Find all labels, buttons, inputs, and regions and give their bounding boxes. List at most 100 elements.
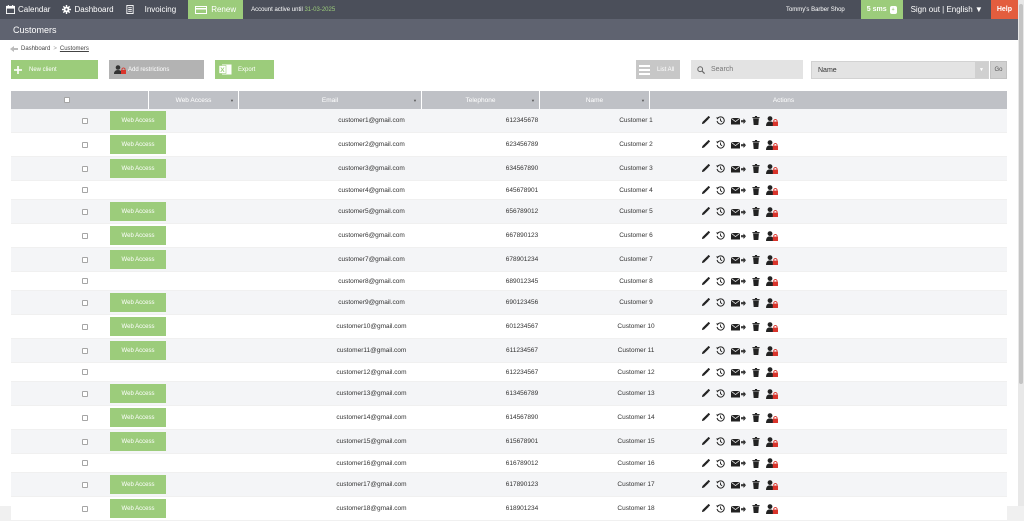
row-checkbox[interactable] [82,165,88,172]
email-arrow-icon[interactable] [731,208,746,216]
user-lock-icon[interactable] [766,367,778,377]
trash-icon[interactable] [752,231,760,240]
web-access-button[interactable]: Web Access [110,293,166,312]
web-access-button[interactable]: Web Access [110,226,166,245]
pencil-icon[interactable] [701,504,710,513]
add-restrictions-button[interactable]: Add restrictions [109,60,204,79]
user-lock-icon[interactable] [766,345,778,356]
history-icon[interactable] [716,504,725,513]
pencil-icon[interactable] [701,231,710,240]
history-icon[interactable] [716,231,725,240]
search-input[interactable]: Search [691,60,803,79]
history-icon[interactable] [716,389,725,398]
pencil-icon[interactable] [701,207,710,216]
email-arrow-icon[interactable] [731,256,746,264]
pencil-icon[interactable] [701,276,710,286]
go-button[interactable]: Go [990,61,1007,79]
table-row[interactable]: Web Access customer11@gmail.com 61123456… [11,339,1007,363]
sort-arrow-icon[interactable]: ▼ [230,98,234,103]
user-lock-icon[interactable] [766,115,778,126]
user-lock-icon[interactable] [766,297,778,308]
history-icon[interactable] [716,276,725,286]
trash-icon[interactable] [752,207,760,216]
history-icon[interactable] [716,322,725,331]
pencil-icon[interactable] [701,346,710,355]
user-lock-icon[interactable] [766,436,778,447]
table-row[interactable]: customer4@gmail.com 645678901 Customer 4 [11,181,1007,200]
email-arrow-icon[interactable] [731,481,746,489]
table-row[interactable]: customer8@gmail.com 689012345 Customer 8 [11,272,1007,291]
nav-dashboard[interactable]: Dashboard [56,0,119,19]
back-arrow-icon[interactable] [10,46,18,52]
user-lock-icon[interactable] [766,185,778,195]
row-checkbox[interactable] [82,347,88,354]
user-lock-icon[interactable] [766,458,778,468]
email-arrow-icon[interactable] [731,277,746,285]
row-checkbox[interactable] [82,323,88,330]
history-icon[interactable] [716,346,725,355]
user-lock-icon[interactable] [766,230,778,241]
email-arrow-icon[interactable] [731,390,746,398]
sort-arrow-icon[interactable]: ▼ [641,98,645,103]
email-arrow-icon[interactable] [731,117,746,125]
trash-icon[interactable] [752,116,760,125]
history-icon[interactable] [716,116,725,125]
history-icon[interactable] [716,140,725,149]
email-arrow-icon[interactable] [731,323,746,331]
pencil-icon[interactable] [701,458,710,468]
user-lock-icon[interactable] [766,206,778,217]
web-access-button[interactable]: Web Access [110,202,166,221]
pencil-icon[interactable] [701,367,710,377]
user-lock-icon[interactable] [766,139,778,150]
sort-field-select[interactable]: Name ▼ [811,61,989,79]
signout-language[interactable]: Sign out | English ▼ [903,5,991,14]
row-checkbox[interactable] [82,232,88,239]
export-button[interactable]: X Export [215,60,274,79]
table-row[interactable]: Web Access customer7@gmail.com 678901234… [11,248,1007,272]
pencil-icon[interactable] [701,164,710,173]
renew-button[interactable]: Renew [188,0,244,19]
pencil-icon[interactable] [701,298,710,307]
breadcrumb-current[interactable]: Customers [60,46,89,52]
trash-icon[interactable] [752,458,760,468]
pencil-icon[interactable] [701,437,710,446]
row-checkbox[interactable] [82,256,88,263]
pencil-icon[interactable] [701,116,710,125]
pencil-icon[interactable] [701,413,710,422]
table-row[interactable]: Web Access customer13@gmail.com 61345678… [11,382,1007,406]
table-row[interactable]: Web Access customer14@gmail.com 61456789… [11,406,1007,430]
web-access-button[interactable]: Web Access [110,111,166,130]
table-row[interactable]: Web Access customer18@gmail.com 61890123… [11,497,1007,521]
column-name[interactable]: Name ▼ [540,91,650,109]
trash-icon[interactable] [752,298,760,307]
trash-icon[interactable] [752,255,760,264]
row-checkbox[interactable] [82,481,88,488]
email-arrow-icon[interactable] [731,232,746,240]
user-lock-icon[interactable] [766,503,778,514]
trash-icon[interactable] [752,164,760,173]
history-icon[interactable] [716,255,725,264]
trash-icon[interactable] [752,480,760,489]
history-icon[interactable] [716,480,725,489]
trash-icon[interactable] [752,276,760,286]
trash-icon[interactable] [752,389,760,398]
row-checkbox[interactable] [82,208,88,215]
nav-calendar[interactable]: Calendar [0,0,56,19]
user-lock-icon[interactable] [766,388,778,399]
email-arrow-icon[interactable] [731,299,746,307]
user-lock-icon[interactable] [766,254,778,265]
row-checkbox[interactable] [82,460,88,466]
trash-icon[interactable] [752,367,760,377]
row-checkbox[interactable] [82,299,88,306]
trash-icon[interactable] [752,413,760,422]
table-row[interactable]: Web Access customer2@gmail.com 623456789… [11,133,1007,157]
web-access-button[interactable]: Web Access [110,432,166,451]
history-icon[interactable] [716,185,725,195]
row-checkbox[interactable] [82,187,88,193]
email-arrow-icon[interactable] [731,165,746,173]
history-icon[interactable] [716,298,725,307]
page-scrollbar[interactable] [1018,0,1024,506]
email-arrow-icon[interactable] [731,438,746,446]
trash-icon[interactable] [752,504,760,513]
column-web-access[interactable]: Web Access ▼ [59,91,239,109]
